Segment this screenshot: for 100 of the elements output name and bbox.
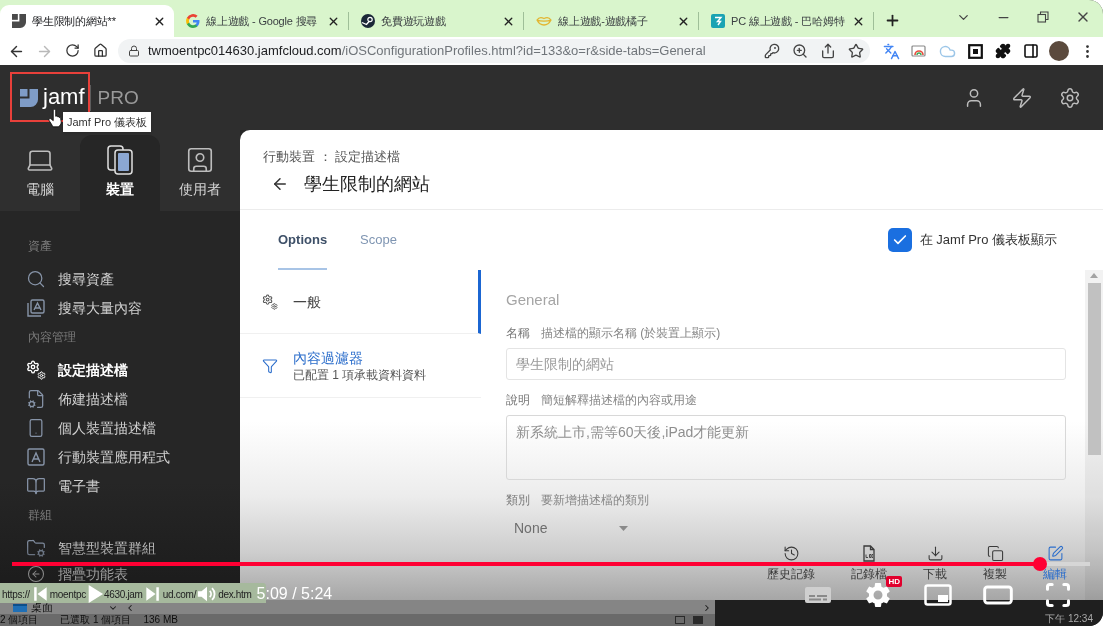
payload-item[interactable]: 一般 bbox=[240, 270, 481, 334]
payload-item[interactable]: 內容過濾器 已配置 1 項承載資料資料 bbox=[240, 334, 481, 398]
chevron-down-icon[interactable] bbox=[108, 603, 118, 613]
sidebar-item[interactable]: 設定描述檔 bbox=[26, 359, 128, 380]
avatar[interactable] bbox=[1049, 41, 1069, 61]
reload-icon[interactable] bbox=[64, 42, 80, 58]
framed-square-icon[interactable] bbox=[967, 43, 983, 59]
zoom-icon[interactable] bbox=[792, 43, 808, 59]
section-heading: 資產 bbox=[28, 237, 52, 255]
section-heading: 內容管理 bbox=[28, 328, 76, 346]
new-tab-icon[interactable] bbox=[884, 12, 901, 29]
download-icon bbox=[926, 545, 944, 562]
lightning-icon[interactable] bbox=[1011, 86, 1033, 109]
nav-tab[interactable]: 電腦 bbox=[0, 135, 80, 211]
key-icon[interactable] bbox=[764, 43, 780, 59]
restore-icon[interactable] bbox=[1037, 11, 1049, 23]
action-button[interactable]: 歷史記錄 bbox=[767, 545, 815, 581]
page-tab[interactable]: Options bbox=[278, 210, 328, 270]
sidebar-item[interactable]: 個人裝置描述檔 bbox=[26, 417, 156, 438]
sidebar-item[interactable]: 搜尋資產 bbox=[26, 268, 114, 289]
status-url-text: moentpc bbox=[49, 587, 86, 602]
time-display: 5:09 / 5:24 bbox=[256, 584, 333, 604]
action-button[interactable]: 複製 bbox=[983, 545, 1007, 581]
collapse-menu-button[interactable]: 摺疊功能表 bbox=[27, 565, 128, 583]
nav-tab[interactable]: 裝置 bbox=[80, 135, 160, 211]
share-icon[interactable] bbox=[820, 43, 836, 59]
field-label: 類別 bbox=[506, 492, 530, 509]
tooltip: Jamf Pro 儀表板 bbox=[63, 112, 152, 132]
lips-icon bbox=[536, 16, 552, 26]
field-label: 名稱 bbox=[506, 325, 530, 342]
logo-icon bbox=[20, 88, 38, 107]
gears-icon bbox=[26, 359, 46, 380]
address-bar[interactable]: twmoentpc014630.jamfcloud.com/iOSConfigurationProfiles.html?id=133&o=r&side-tabs=General bbox=[118, 39, 870, 63]
fullscreen-icon[interactable] bbox=[1044, 581, 1072, 609]
field-label: 說明 bbox=[506, 392, 530, 409]
browser-tab[interactable]: 線上遊戲 - Google 搜尋 bbox=[174, 5, 348, 37]
copy-icon bbox=[986, 545, 1004, 562]
checkbox-label: 在 Jamf Pro 儀表板顯示 bbox=[919, 231, 1057, 250]
checkbox[interactable] bbox=[887, 228, 912, 252]
devices-icon bbox=[107, 145, 133, 175]
app-stack-icon bbox=[26, 297, 46, 318]
swirl-logo-icon bbox=[711, 14, 725, 28]
page-title: 學生限制的網站 bbox=[304, 174, 430, 194]
history-icon bbox=[782, 545, 800, 562]
browser-tab[interactable]: 免費遊玩遊戲 bbox=[349, 5, 523, 37]
status-text: 136 MB bbox=[143, 614, 178, 626]
funnel-icon bbox=[262, 357, 278, 374]
edit-icon bbox=[1046, 545, 1064, 562]
status-url-text: ud.com/ bbox=[162, 587, 197, 602]
home-icon[interactable] bbox=[92, 42, 108, 58]
app-square-icon bbox=[26, 446, 46, 467]
subtitles-icon[interactable] bbox=[804, 585, 832, 605]
hand-cursor-icon bbox=[48, 109, 62, 128]
bookmark-star-icon[interactable] bbox=[848, 43, 864, 59]
sidebar-item[interactable]: 電子書 bbox=[26, 475, 100, 496]
image-card-icon[interactable] bbox=[911, 44, 927, 58]
g-logo-icon bbox=[186, 14, 200, 28]
browser-tab[interactable]: 學生限制的網站** bbox=[0, 5, 174, 37]
nav-tab[interactable]: 使用者 bbox=[160, 135, 240, 211]
chevron-left-icon[interactable] bbox=[125, 603, 135, 613]
user-card-icon bbox=[185, 145, 215, 175]
status-url-text: 4630.jam bbox=[103, 587, 143, 602]
sidebar-item[interactable]: 佈建描述檔 bbox=[26, 388, 128, 409]
quality-badge: HD bbox=[886, 576, 902, 587]
translate-icon[interactable] bbox=[882, 42, 900, 60]
book-icon bbox=[26, 475, 46, 496]
sidebar-item[interactable]: 智慧型裝置群組 bbox=[26, 537, 156, 558]
section-title: General bbox=[506, 289, 560, 310]
section-heading: 群組 bbox=[28, 506, 52, 524]
browser-tab[interactable]: PC 線上遊戲 - 巴哈姆特 bbox=[699, 5, 873, 37]
lock-icon bbox=[128, 45, 140, 57]
field-hint: 要新增描述檔的類別 bbox=[541, 492, 649, 509]
payload-summary: 已配置 1 項承載資料資料 bbox=[293, 366, 427, 383]
folder-gear-icon bbox=[26, 537, 46, 558]
tiles-view-icon[interactable] bbox=[693, 616, 703, 624]
miniplayer-icon[interactable] bbox=[924, 584, 952, 606]
status-text: 2 個項目 bbox=[0, 614, 39, 626]
status-text: 已選取 1 個項目 bbox=[60, 614, 132, 626]
desktop-icon bbox=[13, 604, 27, 612]
logo-icon bbox=[12, 14, 26, 28]
browser-tab[interactable]: 線上遊戲-遊戲橘子 bbox=[524, 5, 698, 37]
action-button[interactable]: 下載 bbox=[923, 545, 947, 581]
chevron-right-icon[interactable] bbox=[702, 603, 712, 613]
status-url-text: dex.htm bbox=[218, 587, 252, 602]
scrollbar-thumb[interactable] bbox=[1087, 283, 1101, 455]
details-view-icon[interactable] bbox=[675, 616, 685, 624]
clock-text: 下午 12:34 bbox=[1045, 613, 1093, 625]
side-panel-icon[interactable] bbox=[1023, 43, 1039, 59]
file-gear-icon bbox=[26, 388, 46, 409]
settings-icon[interactable] bbox=[1059, 86, 1081, 109]
round-logo-icon bbox=[361, 14, 375, 28]
extensions-icon[interactable] bbox=[995, 43, 1011, 59]
sidebar-item[interactable]: 行動裝置應用程式 bbox=[26, 446, 170, 467]
log-file-icon bbox=[861, 545, 877, 562]
status-url-text: https:// bbox=[2, 587, 30, 602]
sidebar-item[interactable]: 搜尋大量內容 bbox=[26, 297, 142, 318]
action-button[interactable]: 記錄檔 bbox=[851, 545, 887, 581]
logo-wordmark: jamf bbox=[43, 87, 85, 108]
select-field[interactable]: None bbox=[506, 513, 636, 543]
field-hint: 描述檔的顯示名稱 (於裝置上顯示) bbox=[541, 325, 721, 342]
